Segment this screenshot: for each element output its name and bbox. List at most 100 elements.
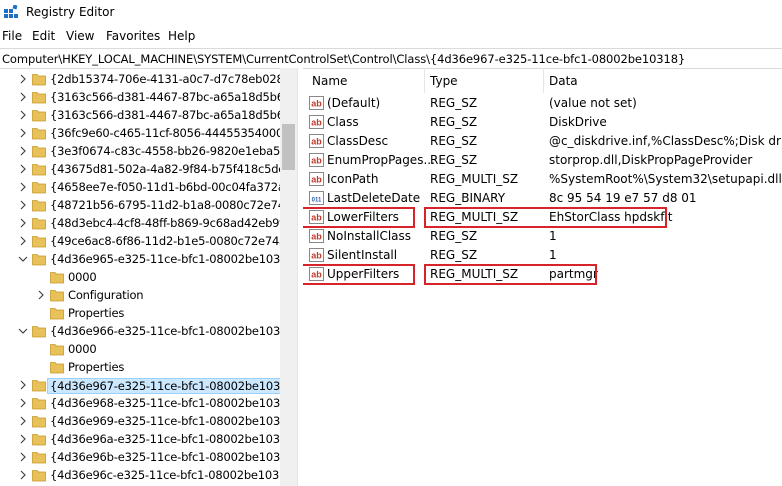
tree-item-label: {4658ee7e-f050-11d1-b6bd-00c04fa372a7}	[50, 180, 280, 194]
menu-view[interactable]: View	[66, 29, 94, 43]
value-row[interactable]: ab NoInstallClass REG_SZ 1	[303, 227, 782, 246]
folder-icon	[32, 434, 46, 446]
value-data: (value not set)	[549, 96, 637, 110]
tree-item[interactable]: {48721b56-6795-11d2-b1a8-0080c72e74a2}	[0, 196, 280, 214]
chevron-right-icon[interactable]	[18, 110, 28, 120]
tree-item-label: {3163c566-d381-4467-87bc-a65a18d5b648}	[50, 90, 280, 104]
chevron-right-icon[interactable]	[36, 290, 46, 300]
tree-item[interactable]: {4d36e96c-e325-11ce-bfc1-08002be10318}	[0, 466, 280, 484]
tree-item[interactable]: Configuration	[0, 286, 280, 304]
tree-item-label: {36fc9e60-c465-11cf-8056-444553540000}	[50, 126, 280, 140]
column-divider[interactable]	[424, 68, 425, 93]
tree-item[interactable]: {43675d81-502a-4a82-9f84-b75f418c5dea}	[0, 160, 280, 178]
tree-item[interactable]: 0000	[0, 268, 280, 286]
column-type-header[interactable]: Type	[430, 74, 458, 88]
chevron-down-icon[interactable]	[18, 326, 28, 336]
value-data: 8c 95 54 19 e7 57 d8 01	[549, 191, 697, 205]
chevron-right-icon[interactable]	[18, 200, 28, 210]
value-type: REG_MULTI_SZ	[430, 172, 519, 186]
svg-text:ab: ab	[311, 99, 322, 109]
tree-item[interactable]: {3e3f0674-c83c-4558-bb26-9820e1eba5c5}	[0, 142, 280, 160]
value-data: storprop.dll,DiskPropPageProvider	[549, 153, 753, 167]
value-type: REG_SZ	[430, 96, 478, 110]
chevron-right-icon[interactable]	[18, 236, 28, 246]
chevron-right-icon[interactable]	[18, 452, 28, 462]
tree-item[interactable]: Properties	[0, 358, 280, 376]
tree-item[interactable]: 0000	[0, 340, 280, 358]
string-value-icon: ab	[309, 248, 324, 262]
chevron-right-icon[interactable]	[18, 380, 28, 390]
folder-icon	[50, 362, 64, 374]
tree-item-label: {4d36e96a-e325-11ce-bfc1-08002be10318}	[50, 432, 280, 446]
value-row[interactable]: ab ClassDesc REG_SZ @c_diskdrive.inf,%Class…	[303, 132, 782, 151]
address-path[interactable]: Computer\HKEY_LOCAL_MACHINE\SYSTEM\Curre…	[2, 52, 685, 66]
svg-text:ab: ab	[311, 251, 322, 261]
tree-item-label: Configuration	[68, 288, 144, 302]
value-row[interactable]: ab EnumPropPages... REG_SZ storprop.dll,Dis…	[303, 151, 782, 170]
value-row[interactable]: ab IconPath REG_MULTI_SZ %SystemRoot%\Syste…	[303, 170, 782, 189]
chevron-right-icon[interactable]	[18, 182, 28, 192]
highlight-box	[303, 207, 415, 228]
string-value-icon: ab	[309, 134, 324, 148]
value-name: ClassDesc	[327, 134, 389, 148]
tree-item[interactable]: {4d36e96b-e325-11ce-bfc1-08002be10318}	[0, 448, 280, 466]
chevron-right-icon[interactable]	[18, 74, 28, 84]
menu-favorites[interactable]: Favorites	[106, 29, 160, 43]
tree-item-label: {4d36e968-e325-11ce-bfc1-08002be10318}	[50, 396, 280, 410]
value-row[interactable]: ab Class REG_SZ DiskDrive	[303, 113, 782, 132]
chevron-right-icon[interactable]	[18, 218, 28, 228]
tree-scrollbar-thumb[interactable]	[282, 124, 295, 170]
value-type: REG_SZ	[430, 115, 478, 129]
values-pane[interactable]: Name Type Data ab (Default) REG_SZ (value n…	[303, 68, 782, 486]
key-tree[interactable]: {2db15374-706e-4131-a0c7-d7c78eb0289a} {3…	[0, 68, 280, 486]
tree-item[interactable]: {4d36e969-e325-11ce-bfc1-08002be10318}	[0, 412, 280, 430]
value-data: @c_diskdrive.inf,%ClassDesc%;Disk drives	[549, 134, 782, 148]
chevron-right-icon[interactable]	[18, 146, 28, 156]
tree-item[interactable]: {4d36e966-e325-11ce-bfc1-08002be10318}	[0, 322, 280, 340]
menu-edit[interactable]: Edit	[32, 29, 55, 43]
value-row[interactable]: ab (Default) REG_SZ (value not set)	[303, 94, 782, 113]
tree-item[interactable]: {4658ee7e-f050-11d1-b6bd-00c04fa372a7}	[0, 178, 280, 196]
chevron-down-icon[interactable]	[18, 254, 28, 264]
tree-item-label: {4d36e967-e325-11ce-bfc1-08002be10318}	[47, 378, 280, 394]
chevron-right-icon[interactable]	[18, 434, 28, 444]
string-value-icon: ab	[309, 96, 324, 110]
chevron-right-icon[interactable]	[18, 164, 28, 174]
string-value-icon: ab	[309, 153, 324, 167]
chevron-right-icon[interactable]	[18, 470, 28, 480]
tree-item[interactable]: Properties	[0, 304, 280, 322]
address-bar[interactable]: Computer\HKEY_LOCAL_MACHINE\SYSTEM\Curre…	[0, 48, 782, 69]
tree-item[interactable]: {4d36e968-e325-11ce-bfc1-08002be10318}	[0, 394, 280, 412]
svg-text:ab: ab	[311, 137, 322, 147]
tree-scrollbar[interactable]	[280, 68, 297, 486]
chevron-right-icon[interactable]	[18, 398, 28, 408]
folder-icon	[32, 164, 46, 176]
menu-help[interactable]: Help	[168, 29, 195, 43]
tree-item-label: {49ce6ac8-6f86-11d2-b1e5-0080c72e74a2}	[50, 234, 280, 248]
tree-item[interactable]: {3163c566-d381-4467-87bc-a65a18d5b648}	[0, 88, 280, 106]
chevron-right-icon[interactable]	[18, 416, 28, 426]
column-name-header[interactable]: Name	[312, 74, 347, 88]
binary-value-icon: 011	[309, 191, 324, 205]
tree-item-label: Properties	[68, 360, 125, 374]
tree-item[interactable]: {2db15374-706e-4131-a0c7-d7c78eb0289a}	[0, 70, 280, 88]
folder-icon	[32, 110, 46, 122]
folder-icon	[32, 398, 46, 410]
tree-item[interactable]: {49ce6ac8-6f86-11d2-b1e5-0080c72e74a2}	[0, 232, 280, 250]
tree-item[interactable]: {36fc9e60-c465-11cf-8056-444553540000}	[0, 124, 280, 142]
value-row[interactable]: ab SilentInstall REG_SZ 1	[303, 246, 782, 265]
tree-item[interactable]: {3163c566-d381-4467-87bc-a65a18d5b649}	[0, 106, 280, 124]
chevron-right-icon[interactable]	[18, 128, 28, 138]
menu-file[interactable]: File	[2, 29, 22, 43]
tree-item[interactable]: {48d3ebc4-4cf8-48ff-b869-9c68ad42eb9f}	[0, 214, 280, 232]
folder-icon	[32, 470, 46, 482]
value-type: REG_SZ	[430, 134, 478, 148]
tree-item[interactable]: {4d36e96a-e325-11ce-bfc1-08002be10318}	[0, 430, 280, 448]
chevron-right-icon[interactable]	[18, 92, 28, 102]
tree-item[interactable]: {4d36e965-e325-11ce-bfc1-08002be10318}	[0, 250, 280, 268]
column-divider[interactable]	[543, 68, 544, 93]
value-row[interactable]: 011 LastDeleteDate REG_BINARY 8c 95 54 19 e…	[303, 189, 782, 208]
svg-text:ab: ab	[311, 156, 322, 166]
tree-item[interactable]: {4d36e967-e325-11ce-bfc1-08002be10318}	[0, 376, 280, 394]
column-data-header[interactable]: Data	[549, 74, 578, 88]
